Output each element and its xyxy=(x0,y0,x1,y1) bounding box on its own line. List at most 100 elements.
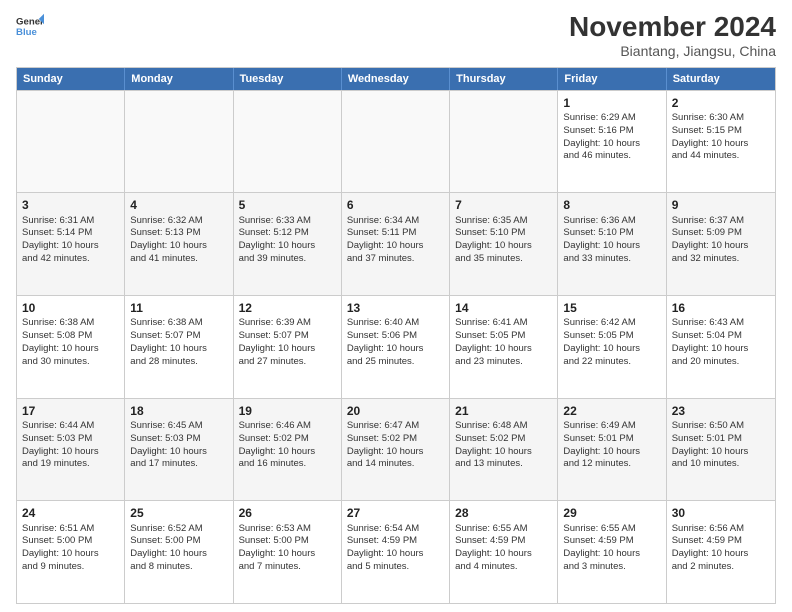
calendar-cell: 13Sunrise: 6:40 AMSunset: 5:06 PMDayligh… xyxy=(342,296,450,398)
calendar-cell: 5Sunrise: 6:33 AMSunset: 5:12 PMDaylight… xyxy=(234,193,342,295)
day-info: Sunset: 5:00 PM xyxy=(130,535,227,548)
day-header: Wednesday xyxy=(342,68,450,90)
day-info: Daylight: 10 hours xyxy=(239,240,336,253)
day-header: Thursday xyxy=(450,68,558,90)
day-info: Daylight: 10 hours xyxy=(239,446,336,459)
day-info: and 30 minutes. xyxy=(22,356,119,369)
calendar-cell xyxy=(450,91,558,193)
day-info: Sunrise: 6:33 AM xyxy=(239,215,336,228)
day-info: and 7 minutes. xyxy=(239,561,336,574)
calendar-cell: 14Sunrise: 6:41 AMSunset: 5:05 PMDayligh… xyxy=(450,296,558,398)
calendar-cell: 21Sunrise: 6:48 AMSunset: 5:02 PMDayligh… xyxy=(450,399,558,501)
day-info: Sunrise: 6:37 AM xyxy=(672,215,770,228)
day-info: Sunrise: 6:40 AM xyxy=(347,317,444,330)
day-info: Sunrise: 6:32 AM xyxy=(130,215,227,228)
day-info: Sunset: 5:13 PM xyxy=(130,227,227,240)
svg-text:Blue: Blue xyxy=(16,27,37,38)
day-info: and 4 minutes. xyxy=(455,561,552,574)
day-number: 30 xyxy=(672,505,770,521)
day-info: and 16 minutes. xyxy=(239,458,336,471)
day-info: Sunset: 5:11 PM xyxy=(347,227,444,240)
day-info: Daylight: 10 hours xyxy=(239,548,336,561)
calendar-row: 24Sunrise: 6:51 AMSunset: 5:00 PMDayligh… xyxy=(17,500,775,603)
day-number: 28 xyxy=(455,505,552,521)
day-number: 29 xyxy=(563,505,660,521)
day-info: Sunrise: 6:55 AM xyxy=(455,523,552,536)
calendar-cell: 15Sunrise: 6:42 AMSunset: 5:05 PMDayligh… xyxy=(558,296,666,398)
day-info: Daylight: 10 hours xyxy=(455,548,552,561)
calendar-cell: 18Sunrise: 6:45 AMSunset: 5:03 PMDayligh… xyxy=(125,399,233,501)
day-number: 5 xyxy=(239,197,336,213)
calendar-cell xyxy=(17,91,125,193)
day-info: Sunset: 5:00 PM xyxy=(22,535,119,548)
day-header: Friday xyxy=(558,68,666,90)
calendar-row: 1Sunrise: 6:29 AMSunset: 5:16 PMDaylight… xyxy=(17,90,775,193)
calendar-cell: 8Sunrise: 6:36 AMSunset: 5:10 PMDaylight… xyxy=(558,193,666,295)
calendar-header: SundayMondayTuesdayWednesdayThursdayFrid… xyxy=(17,68,775,90)
day-info: Sunset: 5:02 PM xyxy=(455,433,552,446)
day-header: Monday xyxy=(125,68,233,90)
day-info: Sunset: 5:10 PM xyxy=(455,227,552,240)
day-number: 6 xyxy=(347,197,444,213)
day-info: Sunrise: 6:39 AM xyxy=(239,317,336,330)
day-info: Sunrise: 6:29 AM xyxy=(563,112,660,125)
day-info: Sunrise: 6:55 AM xyxy=(563,523,660,536)
calendar-cell: 22Sunrise: 6:49 AMSunset: 5:01 PMDayligh… xyxy=(558,399,666,501)
day-info: Sunset: 4:59 PM xyxy=(455,535,552,548)
day-info: Daylight: 10 hours xyxy=(672,240,770,253)
calendar-cell: 4Sunrise: 6:32 AMSunset: 5:13 PMDaylight… xyxy=(125,193,233,295)
day-info: Sunrise: 6:52 AM xyxy=(130,523,227,536)
day-number: 20 xyxy=(347,403,444,419)
day-header: Sunday xyxy=(17,68,125,90)
day-info: Sunset: 5:09 PM xyxy=(672,227,770,240)
day-info: Daylight: 10 hours xyxy=(672,446,770,459)
day-info: and 8 minutes. xyxy=(130,561,227,574)
day-info: Sunrise: 6:41 AM xyxy=(455,317,552,330)
day-info: Daylight: 10 hours xyxy=(130,548,227,561)
calendar-cell: 29 Sunrise: 6:55 AMSunset: 4:59 PMDayligh… xyxy=(558,501,666,603)
day-info: Sunset: 4:59 PM xyxy=(563,535,660,548)
day-info: Sunrise: 6:51 AM xyxy=(22,523,119,536)
calendar: SundayMondayTuesdayWednesdayThursdayFrid… xyxy=(16,67,776,604)
day-info: Sunset: 5:15 PM xyxy=(672,125,770,138)
calendar-cell: 17Sunrise: 6:44 AMSunset: 5:03 PMDayligh… xyxy=(17,399,125,501)
day-info: and 25 minutes. xyxy=(347,356,444,369)
day-number: 3 xyxy=(22,197,119,213)
day-info: and 42 minutes. xyxy=(22,253,119,266)
day-info: Daylight: 10 hours xyxy=(455,343,552,356)
day-info: and 44 minutes. xyxy=(672,150,770,163)
logo-icon: General Blue xyxy=(16,12,44,40)
day-info: and 5 minutes. xyxy=(347,561,444,574)
day-number: 7 xyxy=(455,197,552,213)
day-info: Sunset: 5:07 PM xyxy=(130,330,227,343)
day-info: and 32 minutes. xyxy=(672,253,770,266)
day-info: Sunrise: 6:49 AM xyxy=(563,420,660,433)
calendar-cell: 27Sunrise: 6:54 AMSunset: 4:59 PMDayligh… xyxy=(342,501,450,603)
day-info: and 41 minutes. xyxy=(130,253,227,266)
day-number: 18 xyxy=(130,403,227,419)
day-info: and 37 minutes. xyxy=(347,253,444,266)
day-info: and 14 minutes. xyxy=(347,458,444,471)
calendar-cell: 24Sunrise: 6:51 AMSunset: 5:00 PMDayligh… xyxy=(17,501,125,603)
day-info: Daylight: 10 hours xyxy=(563,446,660,459)
title-block: November 2024 Biantang, Jiangsu, China xyxy=(569,12,776,59)
day-info: Sunrise: 6:53 AM xyxy=(239,523,336,536)
day-info: and 13 minutes. xyxy=(455,458,552,471)
day-info: Daylight: 10 hours xyxy=(455,446,552,459)
calendar-cell: 20Sunrise: 6:47 AMSunset: 5:02 PMDayligh… xyxy=(342,399,450,501)
day-number: 13 xyxy=(347,300,444,316)
day-info: Sunset: 5:02 PM xyxy=(347,433,444,446)
day-info: Sunset: 5:16 PM xyxy=(563,125,660,138)
day-info: Daylight: 10 hours xyxy=(563,548,660,561)
day-info: Daylight: 10 hours xyxy=(563,240,660,253)
day-info: and 46 minutes. xyxy=(563,150,660,163)
calendar-cell: 1Sunrise: 6:29 AMSunset: 5:16 PMDaylight… xyxy=(558,91,666,193)
day-info: Daylight: 10 hours xyxy=(672,343,770,356)
day-number: 17 xyxy=(22,403,119,419)
day-number: 1 xyxy=(563,95,660,111)
day-info: Sunset: 5:05 PM xyxy=(563,330,660,343)
day-number: 21 xyxy=(455,403,552,419)
day-info: Sunrise: 6:35 AM xyxy=(455,215,552,228)
header: General Blue November 2024 Biantang, Jia… xyxy=(16,12,776,59)
day-number: 24 xyxy=(22,505,119,521)
